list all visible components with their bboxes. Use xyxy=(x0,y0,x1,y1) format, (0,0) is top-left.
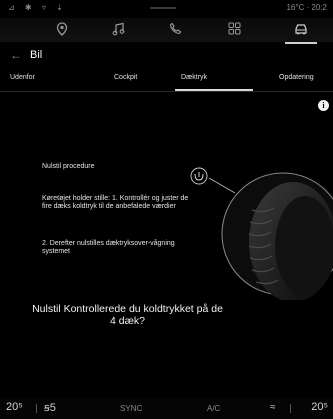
phone-icon[interactable] xyxy=(166,22,184,38)
page-title: Bil xyxy=(30,49,43,61)
status-bar: ⊿ ✱ ▿ ⇣ 16°C · 20:2 xyxy=(0,0,333,16)
sync-button[interactable]: SYNC xyxy=(120,404,142,413)
location-pin-icon[interactable] xyxy=(53,22,71,38)
tab-bar: Udenfor Cockpit Dæktryk Opdatering xyxy=(0,70,333,92)
separator xyxy=(290,404,291,413)
tab-udenfor[interactable]: Udenfor xyxy=(10,74,35,81)
seat-heat-icon[interactable]: ≈ xyxy=(270,402,276,413)
procedure-step-2: 2. Derefter nulstilles dæktryksover-vågn… xyxy=(42,240,175,255)
procedure-heading: Nulstil procedure xyxy=(42,163,95,170)
climate-bar: 20⁵ ꞩ5 SYNC A/C ≈ 20⁵ xyxy=(0,398,333,419)
fan-level[interactable]: ꞩ5 xyxy=(44,401,56,414)
tab-opdatering[interactable]: Opdatering xyxy=(279,74,314,81)
procedure-step-1: Køretøjet holder stille: 1. Kontrollér o… xyxy=(42,195,189,210)
tab-divider xyxy=(0,91,333,92)
nav-active-indicator xyxy=(285,42,317,44)
status-handle xyxy=(150,7,176,9)
reset-question: Nulstil Kontrollerede du koldtrykket på … xyxy=(32,303,223,327)
ac-button[interactable]: A/C xyxy=(207,404,220,413)
temp-left[interactable]: 20⁵ xyxy=(6,401,23,413)
back-button[interactable]: ← xyxy=(10,48,22,62)
tab-cockpit[interactable]: Cockpit xyxy=(114,74,137,81)
temp-right[interactable]: 20⁵ xyxy=(311,401,328,413)
status-icons: ⊿ ✱ ▿ ⇣ xyxy=(8,3,67,12)
car-icon[interactable] xyxy=(292,22,310,38)
top-nav xyxy=(0,18,333,42)
info-icon[interactable]: i xyxy=(318,100,329,111)
tire-illustration xyxy=(190,167,333,300)
apps-grid-icon[interactable] xyxy=(225,22,243,38)
music-note-icon[interactable] xyxy=(109,22,127,38)
separator xyxy=(36,404,37,413)
status-temp-time: 16°C · 20:2 xyxy=(286,3,327,12)
tab-daektryk[interactable]: Dæktryk xyxy=(181,74,207,81)
